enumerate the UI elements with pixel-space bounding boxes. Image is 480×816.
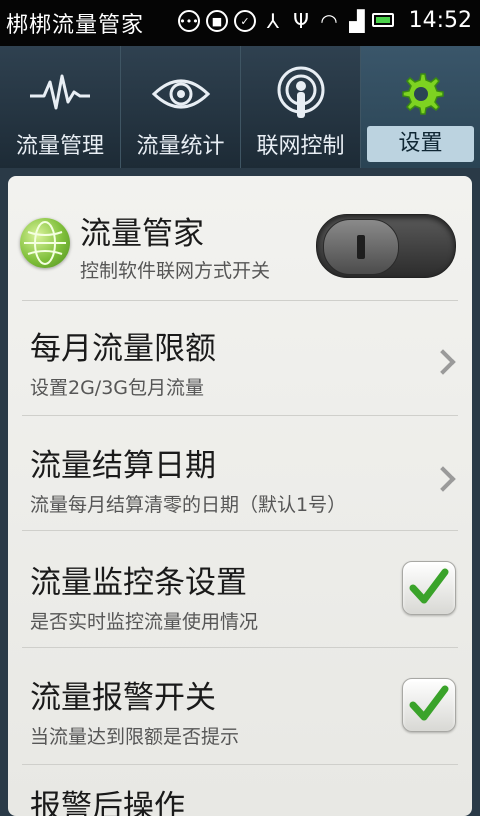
- setting-title: 流量管家: [80, 216, 204, 252]
- alert-switch-checkbox[interactable]: [402, 678, 456, 732]
- setting-monitor-bar[interactable]: 流量监控条设置 是否实时监控流量使用情况: [8, 531, 472, 647]
- setting-title: 流量报警开关: [30, 680, 216, 716]
- tab-label: 联网控制: [256, 134, 345, 159]
- record-icon: ■: [206, 10, 228, 32]
- setting-title: 流量监控条设置: [30, 565, 247, 601]
- wifi-icon: ◠: [320, 9, 338, 33]
- app-title: 梆梆流量管家: [6, 13, 145, 38]
- eye-icon: [121, 66, 240, 122]
- chevron-right-icon: [430, 349, 456, 375]
- checkmark-icon: [409, 568, 449, 604]
- monitor-bar-checkbox[interactable]: [402, 561, 456, 615]
- toggle-knob[interactable]: [323, 219, 399, 275]
- setting-title: 流量结算日期: [30, 448, 216, 484]
- setting-master-switch[interactable]: 流量管家 控制软件联网方式开关: [8, 176, 472, 300]
- usb-debug-icon: ⅄: [266, 9, 280, 33]
- gear-icon: [361, 66, 480, 122]
- status-icons: ••• ■ ✓ ⅄ Ψ ◠ ▟: [178, 10, 368, 32]
- master-toggle[interactable]: [316, 214, 456, 278]
- setting-subtitle: 是否实时监控流量使用情况: [30, 611, 259, 633]
- tab-label: 设置: [367, 126, 474, 162]
- setting-monthly-limit[interactable]: 每月流量限额 设置2G/3G包月流量: [8, 301, 472, 415]
- clock: 14:52: [408, 8, 472, 33]
- tab-settings[interactable]: 设置: [360, 46, 480, 168]
- setting-subtitle: 流量每月结算清零的日期（默认1号）: [30, 494, 347, 516]
- setting-title: 每月流量限额: [30, 331, 216, 367]
- tab-network-control[interactable]: 联网控制: [240, 46, 360, 168]
- setting-after-alert[interactable]: 报警后操作: [8, 765, 472, 816]
- tab-traffic-management[interactable]: 流量管理: [0, 46, 120, 168]
- check-circle-icon: ✓: [234, 10, 256, 32]
- pulse-icon: [0, 66, 120, 122]
- setting-title: 报警后操作: [30, 789, 185, 816]
- tab-label: 流量管理: [15, 134, 104, 159]
- signal-icon: ▟: [349, 9, 365, 33]
- chevron-right-icon: [430, 466, 456, 492]
- tab-label: 流量统计: [136, 134, 225, 159]
- globe-icon: [20, 218, 70, 268]
- usb-icon: Ψ: [293, 9, 309, 33]
- tab-traffic-statistics[interactable]: 流量统计: [120, 46, 240, 168]
- settings-list: 流量管家 控制软件联网方式开关 每月流量限额 设置2G/3G包月流量 流量结算日…: [8, 176, 472, 816]
- setting-billing-date[interactable]: 流量结算日期 流量每月结算清零的日期（默认1号）: [8, 416, 472, 530]
- setting-alert-switch[interactable]: 流量报警开关 当流量达到限额是否提示: [8, 648, 472, 764]
- more-icon: •••: [178, 10, 200, 32]
- setting-subtitle: 当流量达到限额是否提示: [30, 726, 240, 748]
- checkmark-icon: [409, 685, 449, 721]
- setting-subtitle: 设置2G/3G包月流量: [30, 377, 205, 399]
- setting-subtitle: 控制软件联网方式开关: [80, 260, 271, 282]
- battery-icon: [372, 13, 394, 27]
- broadcast-icon: [241, 66, 360, 122]
- tab-bar: 流量管理 流量统计 联网控制 设置: [0, 46, 480, 168]
- status-bar: 梆梆流量管家 ••• ■ ✓ ⅄ Ψ ◠ ▟ 14:52: [0, 0, 480, 46]
